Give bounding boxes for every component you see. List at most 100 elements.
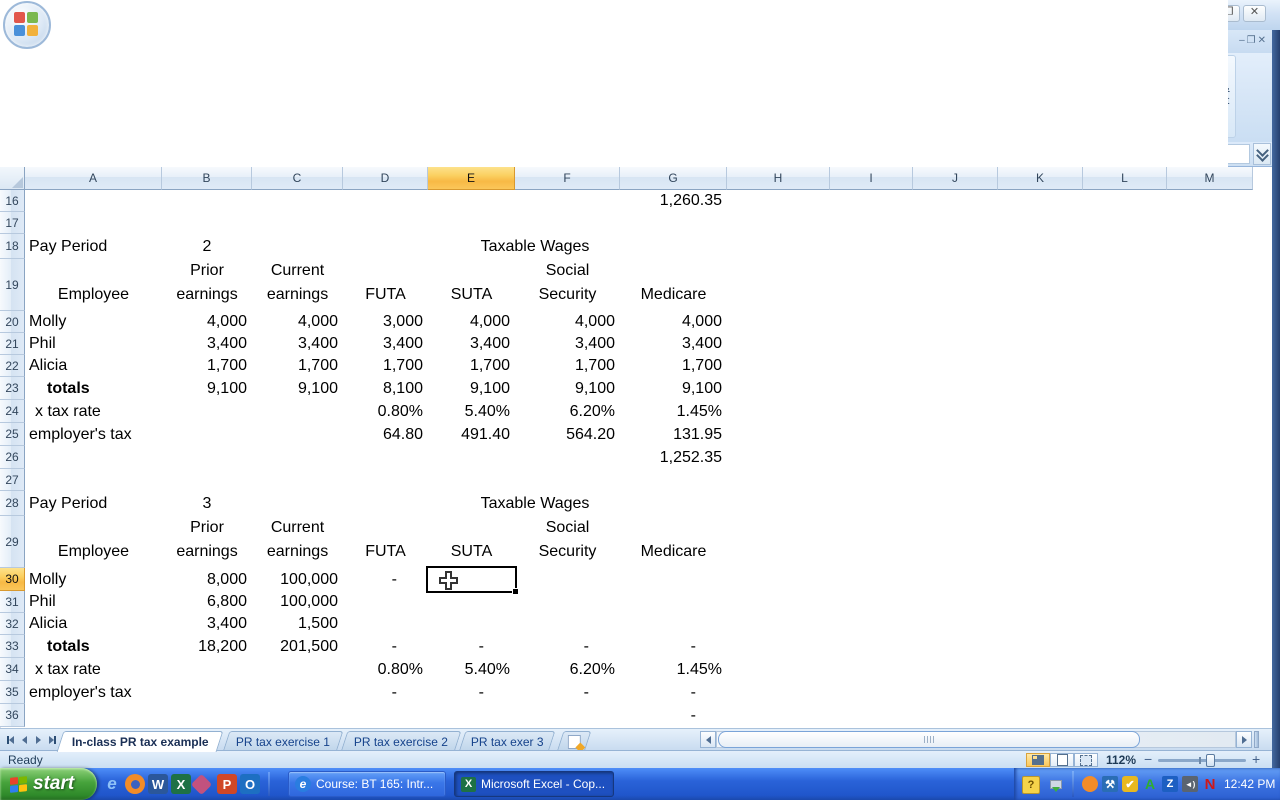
cell-G19[interactable]: Medicare: [621, 259, 726, 311]
cell-F20[interactable]: 4,000: [516, 311, 619, 333]
cell-D23[interactable]: 8,100: [344, 377, 427, 400]
cell-A28[interactable]: Pay Period: [26, 491, 161, 516]
sheet-tab-4[interactable]: PR tax exer 3: [458, 731, 556, 752]
cell-A29[interactable]: Employee: [26, 516, 161, 568]
hscroll-thumb[interactable]: [718, 731, 1140, 748]
row-header-32[interactable]: 32: [0, 613, 25, 635]
cell-D33[interactable]: -: [344, 635, 427, 658]
cell-G22[interactable]: 1,700: [621, 355, 726, 377]
cell-G34[interactable]: 1.45%: [621, 658, 726, 681]
cell-B29[interactable]: Prior earnings: [163, 516, 251, 568]
cell-F35[interactable]: -: [516, 681, 619, 704]
messenger-icon[interactable]: [1082, 776, 1098, 792]
cell-A21[interactable]: Phil: [26, 333, 161, 355]
cell-F25[interactable]: 564.20: [516, 423, 619, 446]
cell-B31[interactable]: 6,800: [163, 591, 251, 613]
cell-D24[interactable]: 0.80%: [344, 400, 427, 423]
cell-A34[interactable]: x tax rate: [26, 658, 161, 681]
row-header-34[interactable]: 34: [0, 658, 25, 681]
cell-D29[interactable]: FUTA: [344, 516, 427, 568]
cell-A35[interactable]: employer's tax: [26, 681, 161, 704]
cell-A33[interactable]: totals: [26, 635, 161, 658]
cell-C19[interactable]: Current earnings: [253, 259, 342, 311]
column-header-G[interactable]: G: [620, 167, 727, 190]
zoom-in-button[interactable]: +: [1252, 751, 1260, 767]
zoom-level[interactable]: 112%: [1106, 753, 1136, 767]
row-header-19[interactable]: 19: [0, 259, 25, 311]
cell-B21[interactable]: 3,400: [163, 333, 251, 355]
previous-sheet-button[interactable]: [18, 733, 31, 747]
cell-D35[interactable]: -: [344, 681, 427, 704]
sheet-tab-3[interactable]: PR tax exercise 2: [340, 731, 462, 752]
cell-G35[interactable]: -: [621, 681, 726, 704]
cell-E24[interactable]: 5.40%: [429, 400, 514, 423]
cell-E21[interactable]: 3,400: [429, 333, 514, 355]
wrench-icon[interactable]: ⚒: [1102, 776, 1118, 792]
column-header-M[interactable]: M: [1167, 167, 1253, 190]
cell-B18[interactable]: 2: [163, 234, 251, 259]
cell-E23[interactable]: 9,100: [429, 377, 514, 400]
row-header-36[interactable]: 36: [0, 704, 25, 727]
cell-A19[interactable]: Employee: [26, 259, 161, 311]
cell-G23[interactable]: 9,100: [621, 377, 726, 400]
column-header-C[interactable]: C: [252, 167, 343, 190]
column-header-H[interactable]: H: [727, 167, 830, 190]
row-header-21[interactable]: 21: [0, 333, 25, 355]
column-header-L[interactable]: L: [1083, 167, 1167, 190]
cell-G26[interactable]: 1,252.35: [621, 446, 726, 469]
row-header-25[interactable]: 25: [0, 423, 25, 446]
cell-D25[interactable]: 64.80: [344, 423, 427, 446]
row-header-17[interactable]: 17: [0, 212, 25, 234]
row-header-33[interactable]: 33: [0, 635, 25, 658]
cell-C22[interactable]: 1,700: [253, 355, 342, 377]
cell-B28[interactable]: 3: [163, 491, 251, 516]
row-header-31[interactable]: 31: [0, 591, 25, 613]
cell-E20[interactable]: 4,000: [429, 311, 514, 333]
cell-C29[interactable]: Current earnings: [253, 516, 342, 568]
hscroll-right-button[interactable]: [1236, 731, 1252, 748]
cell-E29[interactable]: SUTA: [429, 516, 514, 568]
first-sheet-button[interactable]: [4, 733, 17, 747]
taskbar-window-excel[interactable]: X Microsoft Excel - Cop...: [454, 771, 614, 797]
cell-C21[interactable]: 3,400: [253, 333, 342, 355]
tab-split-handle[interactable]: [1254, 731, 1259, 748]
row-header-23[interactable]: 23: [0, 377, 25, 400]
letter-n-icon[interactable]: N: [1202, 776, 1218, 793]
cell-A32[interactable]: Alicia: [26, 613, 161, 635]
cell-C20[interactable]: 4,000: [253, 311, 342, 333]
fill-handle[interactable]: [512, 588, 518, 594]
last-sheet-button[interactable]: [46, 733, 59, 747]
cell-D30[interactable]: -: [344, 568, 427, 591]
cell-G24[interactable]: 1.45%: [621, 400, 726, 423]
cell-D20[interactable]: 3,000: [344, 311, 427, 333]
cell-C30[interactable]: 100,000: [253, 568, 342, 591]
cell-B33[interactable]: 18,200: [163, 635, 251, 658]
insert-worksheet-tab[interactable]: [556, 731, 592, 753]
row-header-29[interactable]: 29: [0, 516, 25, 568]
cell-G33[interactable]: -: [621, 635, 726, 658]
zoom-slider-track[interactable]: [1158, 759, 1246, 762]
cell-E19[interactable]: SUTA: [429, 259, 514, 311]
cell-G20[interactable]: 4,000: [621, 311, 726, 333]
row-header-18[interactable]: 18: [0, 234, 25, 259]
row-header-22[interactable]: 22: [0, 355, 25, 377]
column-header-F[interactable]: F: [515, 167, 620, 190]
cell-B23[interactable]: 9,100: [163, 377, 251, 400]
cell-G29[interactable]: Medicare: [621, 516, 726, 568]
cell-F34[interactable]: 6.20%: [516, 658, 619, 681]
access-icon[interactable]: [190, 773, 213, 796]
column-header-J[interactable]: J: [913, 167, 998, 190]
cell-A22[interactable]: Alicia: [26, 355, 161, 377]
column-header-K[interactable]: K: [998, 167, 1083, 190]
cell-F23[interactable]: 9,100: [516, 377, 619, 400]
ie-icon[interactable]: e: [102, 774, 122, 794]
select-all-corner[interactable]: [0, 167, 25, 190]
cell-D19[interactable]: FUTA: [344, 259, 427, 311]
column-header-D[interactable]: D: [343, 167, 428, 190]
row-header-35[interactable]: 35: [0, 681, 25, 704]
row-header-16[interactable]: 16: [0, 190, 25, 212]
cell-A31[interactable]: Phil: [26, 591, 161, 613]
cell-E22[interactable]: 1,700: [429, 355, 514, 377]
row-header-27[interactable]: 27: [0, 469, 25, 491]
letter-z-icon[interactable]: Z: [1162, 776, 1178, 792]
